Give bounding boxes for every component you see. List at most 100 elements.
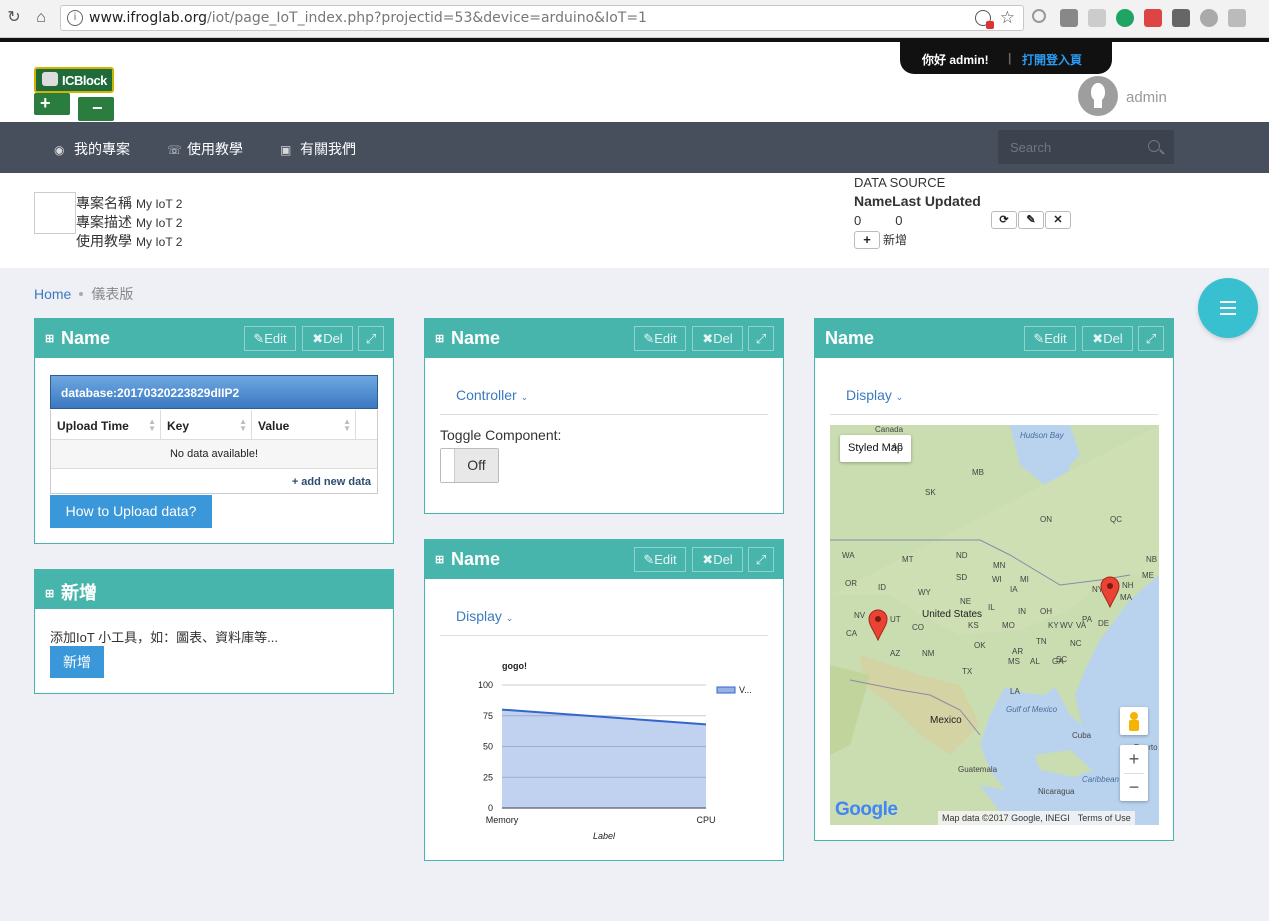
table-widget: ⊞ Name ✎Edit ✖Del ⤢ database:201703202238… — [34, 318, 394, 544]
avatar[interactable] — [1078, 76, 1118, 116]
datasource-row: 00 — [854, 213, 903, 228]
extension-new-icon[interactable] — [1144, 9, 1162, 27]
datasource-actions: ⟳ ✎ ✕ — [991, 211, 1072, 229]
menu-fab-button[interactable] — [1198, 278, 1258, 338]
edit-button[interactable]: ✎Edit — [634, 547, 686, 572]
username-link[interactable]: admin — [1126, 89, 1167, 106]
search-input[interactable] — [998, 130, 1138, 164]
breadcrumb-home[interactable]: Home — [34, 286, 71, 302]
map-label: MA — [1120, 593, 1132, 602]
add-datasource-button[interactable]: + — [854, 231, 880, 249]
area-chart: 0 25 50 75 100 V... Memory CPU gogo! Label — [478, 661, 752, 841]
sort-icon: ▲ ▼ — [148, 417, 156, 433]
toggle-switch[interactable]: Off — [440, 448, 499, 483]
widget-title: ⊞ Name — [435, 328, 501, 348]
gift-icon: ⊞ — [435, 554, 445, 566]
map-label: DE — [1098, 619, 1110, 628]
database-title: database:20170320223829dIIP2 — [50, 375, 378, 409]
widget-title: Name — [825, 328, 875, 348]
display-tab[interactable]: Display ⌄ — [846, 387, 903, 403]
edit-button[interactable]: ✎Edit — [1024, 326, 1076, 351]
info-icon[interactable]: i — [67, 10, 83, 26]
map-label: AR — [1012, 647, 1024, 656]
extension-search-icon[interactable] — [1032, 9, 1046, 23]
delete-button[interactable]: ✖Del — [692, 547, 743, 572]
browser-toolbar: ↻ ⌂ i www.ifroglab.org/iot/page_IoT_inde… — [0, 0, 1269, 38]
grammarly-icon[interactable] — [1116, 9, 1134, 27]
project-image — [34, 192, 76, 234]
map-label: MB — [972, 468, 984, 477]
add-widget-button[interactable]: 新增 — [50, 646, 104, 678]
project-tutorial-row: 使用教學 My IoT 2 — [76, 233, 183, 249]
refresh-button[interactable]: ⟳ — [991, 211, 1017, 229]
delete-button[interactable]: ✖Del — [1082, 326, 1133, 351]
zoom-in-button[interactable]: + — [1120, 745, 1148, 773]
map-marker-icon[interactable] — [868, 609, 888, 641]
y-tick-label: 0 — [488, 803, 493, 813]
column-upload-time[interactable]: Upload Time ▲ ▼ — [51, 410, 161, 440]
nav-about[interactable]: ▣ 有關我們 — [280, 139, 356, 159]
add-widget: ⊞ 新增 添加IoT 小工具，如：圖表、資料庫等... 新增 — [34, 569, 394, 694]
edit-button[interactable]: ✎Edit — [634, 326, 686, 351]
empty-message: No data available! — [51, 440, 377, 469]
add-new-data-link[interactable]: + add new data — [292, 476, 371, 488]
open-login-link[interactable]: 打開登入頁 — [1022, 51, 1082, 68]
delete-button[interactable]: ✖Del — [692, 326, 743, 351]
blocked-popup-icon[interactable] — [975, 10, 994, 29]
sort-icon: ▲ ▼ — [239, 417, 247, 433]
reload-icon[interactable]: ↻ — [4, 8, 24, 28]
zoom-controls: + − — [1120, 745, 1148, 801]
legend-swatch — [716, 686, 736, 694]
project-desc-row: 專案描述 My IoT 2 — [76, 214, 183, 230]
pegman-icon[interactable] — [1120, 707, 1148, 735]
expand-icon[interactable]: ⤢ — [358, 326, 384, 351]
home-icon[interactable]: ⌂ — [31, 8, 51, 28]
map-label: NB — [1146, 555, 1158, 564]
map-label: NV — [854, 611, 866, 620]
map-label: CA — [846, 629, 858, 638]
nav-my-projects[interactable]: ◉ 我的專案 — [54, 139, 130, 159]
extension-icon[interactable] — [1088, 9, 1106, 27]
gift-icon: ⊞ — [45, 333, 55, 345]
widget-title: ⊞ Name — [435, 549, 501, 569]
map-label: OR — [845, 579, 857, 588]
edit-pencil-button[interactable]: ✎ — [1018, 211, 1044, 229]
x-tick-label: CPU — [696, 815, 715, 825]
map-marker-icon[interactable] — [1100, 576, 1120, 608]
google-map[interactable]: Styled Map Canada Hudson Bay AB MB SK ON QC WA M… — [830, 425, 1159, 825]
bookmark-star-icon[interactable]: ☆ — [1000, 8, 1015, 28]
delete-button[interactable]: ✖Del — [302, 326, 353, 351]
how-to-upload-button[interactable]: How to Upload data? — [50, 495, 212, 528]
map-label: WV — [1060, 621, 1073, 630]
nav-tutorial[interactable]: ☏ 使用教學 — [167, 139, 243, 159]
extension-off-icon[interactable] — [1060, 9, 1078, 27]
map-label: OK — [974, 641, 986, 650]
column-value[interactable]: Value ▲ ▼ — [252, 410, 356, 440]
map-label: MO — [1002, 621, 1015, 630]
extension-cube-icon[interactable] — [1228, 9, 1246, 27]
x-axis-label: Label — [593, 831, 616, 841]
search-icon[interactable] — [1148, 140, 1160, 152]
map-label: IL — [988, 603, 995, 612]
terms-link[interactable]: Terms of Use — [1078, 813, 1131, 823]
map-label: Nicaragua — [1038, 787, 1075, 796]
address-bar[interactable]: i www.ifroglab.org/iot/page_IoT_index.ph… — [60, 5, 1024, 31]
drive-icon[interactable] — [1200, 9, 1218, 27]
map-label: ND — [956, 551, 968, 560]
map-label: TN — [1036, 637, 1047, 646]
expand-icon[interactable]: ⤢ — [748, 326, 774, 351]
map-label: MT — [902, 555, 914, 564]
zoom-out-button[interactable]: − — [1120, 773, 1148, 801]
map-label: MS — [1008, 657, 1020, 666]
expand-icon[interactable]: ⤢ — [1138, 326, 1164, 351]
icblock-logo[interactable]: ICBlock + − — [34, 67, 116, 121]
map-label: OH — [1040, 607, 1052, 616]
expand-icon[interactable]: ⤢ — [748, 547, 774, 572]
controller-tab[interactable]: Controller ⌄ — [456, 387, 528, 403]
dashboard-icon: ◉ — [54, 143, 65, 157]
column-key[interactable]: Key ▲ ▼ — [161, 410, 252, 440]
extension-jp-icon[interactable] — [1172, 9, 1190, 27]
edit-button[interactable]: ✎Edit — [244, 326, 296, 351]
display-tab[interactable]: Display ⌄ — [456, 608, 513, 624]
delete-x-button[interactable]: ✕ — [1045, 211, 1071, 229]
